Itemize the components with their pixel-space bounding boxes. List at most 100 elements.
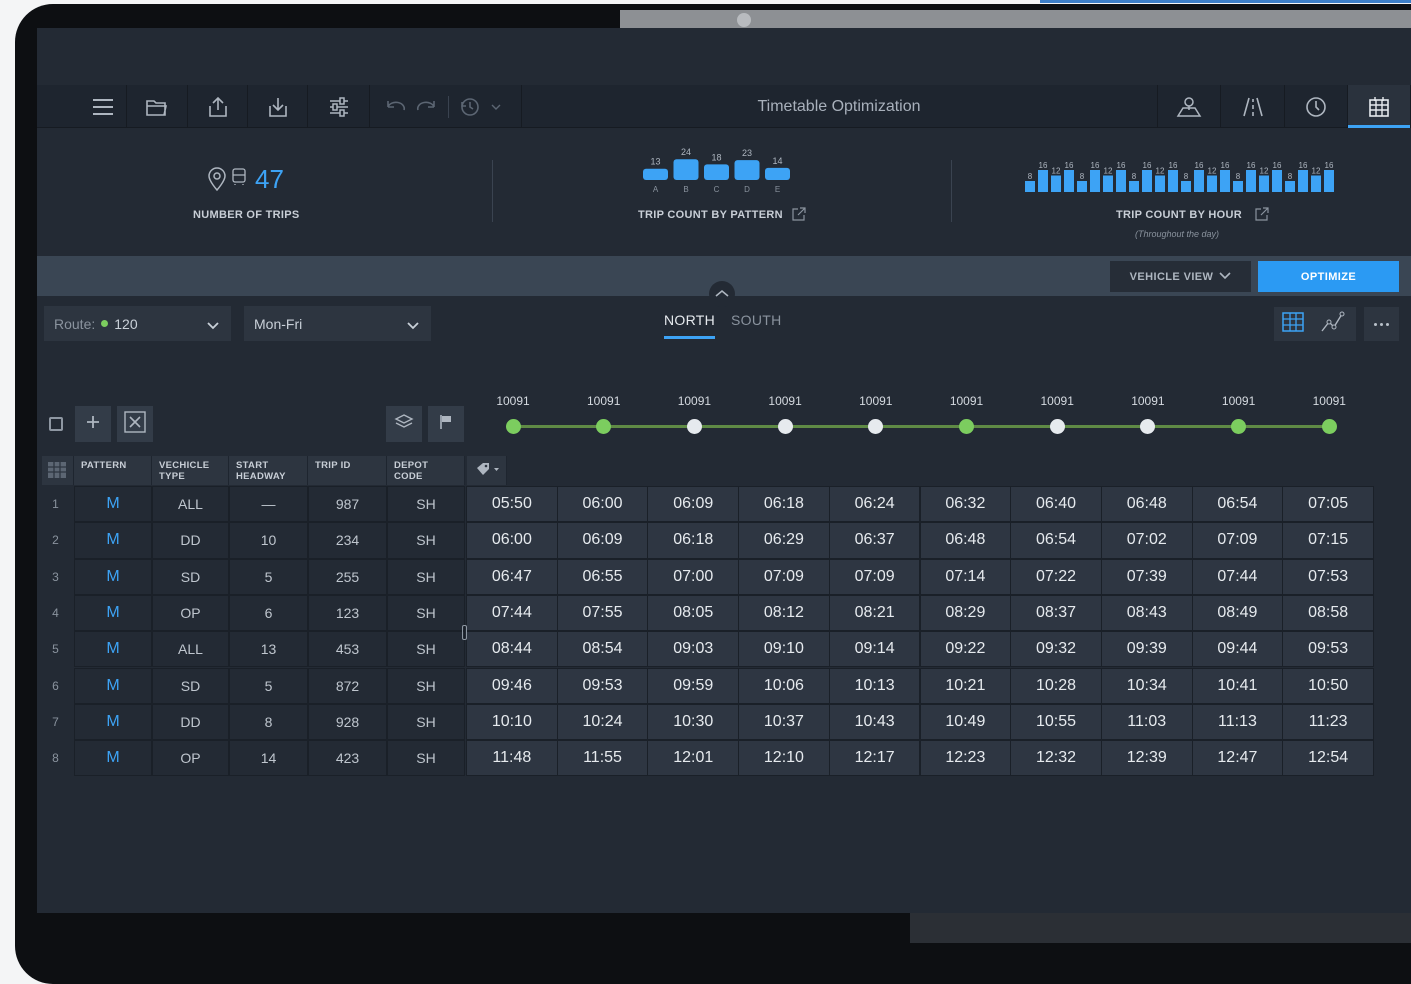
time-cell[interactable]: 06:54 — [1010, 522, 1102, 559]
stop-marker[interactable] — [868, 419, 884, 434]
time-cell[interactable]: 06:54 — [1191, 486, 1284, 523]
depot-cell[interactable]: SH — [387, 703, 465, 741]
time-cell[interactable]: 10:10 — [466, 703, 558, 741]
tag-filter-cell[interactable] — [467, 456, 507, 485]
time-cell[interactable]: 09:22 — [919, 631, 1012, 668]
time-cell[interactable]: 07:53 — [1282, 558, 1374, 595]
time-cell[interactable]: 10:06 — [738, 667, 830, 704]
vtype-cell[interactable]: OP — [152, 594, 229, 632]
export-button[interactable] — [188, 85, 248, 128]
flag-button[interactable] — [428, 406, 464, 442]
time-cell[interactable]: 11:55 — [556, 740, 649, 777]
time-cell[interactable]: 09:44 — [1191, 631, 1284, 668]
time-cell[interactable]: 07:39 — [1100, 558, 1193, 595]
time-cell[interactable]: 07:22 — [1010, 558, 1102, 595]
time-cell[interactable]: 09:46 — [466, 667, 558, 704]
export-excel-button[interactable] — [117, 406, 153, 442]
time-cell[interactable]: 06:40 — [1010, 486, 1102, 523]
open-button[interactable] — [127, 85, 188, 128]
external-link-icon[interactable] — [1255, 207, 1269, 226]
collapse-toggle[interactable] — [709, 281, 735, 307]
resize-handle[interactable] — [462, 625, 467, 640]
time-cell[interactable]: 10:43 — [828, 703, 921, 741]
stop-marker[interactable] — [959, 419, 974, 434]
headway-cell[interactable]: 5 — [229, 558, 308, 595]
time-cell[interactable]: 05:50 — [466, 486, 558, 523]
depot-cell[interactable]: SH — [387, 522, 465, 559]
time-cell[interactable]: 08:21 — [828, 594, 921, 632]
stop-marker[interactable] — [505, 419, 521, 434]
column-header[interactable]: TRIP ID — [308, 456, 387, 485]
time-cell[interactable]: 06:18 — [738, 486, 830, 523]
time-cell[interactable]: 09:32 — [1010, 631, 1102, 668]
depot-cell[interactable]: SH — [387, 486, 465, 523]
tab-north[interactable]: NORTH — [664, 312, 716, 339]
time-cell[interactable]: 10:13 — [828, 667, 921, 704]
headway-cell[interactable]: 10 — [229, 522, 308, 559]
time-cell[interactable]: 06:32 — [919, 486, 1012, 523]
pattern-cell[interactable]: M — [74, 486, 152, 523]
time-cell[interactable]: 11:23 — [1282, 703, 1374, 741]
time-cell[interactable]: 11:03 — [1100, 703, 1193, 741]
depot-cell[interactable]: SH — [387, 631, 465, 668]
time-cell[interactable]: 08:37 — [1010, 594, 1102, 632]
stop-marker[interactable] — [1231, 419, 1247, 434]
stop-marker[interactable] — [1049, 419, 1065, 434]
time-cell[interactable]: 06:09 — [647, 486, 740, 523]
headway-cell[interactable]: — — [229, 486, 308, 523]
pattern-cell[interactable]: M — [74, 667, 152, 704]
time-cell[interactable]: 06:55 — [556, 558, 649, 595]
headway-cell[interactable]: 14 — [229, 740, 308, 777]
time-cell[interactable]: 09:53 — [556, 667, 649, 704]
stop-marker[interactable] — [596, 419, 612, 434]
time-cell[interactable]: 09:14 — [828, 631, 921, 668]
time-cell[interactable]: 09:10 — [738, 631, 830, 668]
headway-cell[interactable]: 6 — [229, 594, 308, 632]
column-header[interactable]: START HEADWAY — [229, 456, 308, 485]
chevron-down-icon[interactable] — [491, 103, 501, 111]
time-cell[interactable]: 06:00 — [466, 522, 558, 559]
time-cell[interactable]: 06:00 — [556, 486, 649, 523]
time-cell[interactable]: 06:24 — [828, 486, 921, 523]
time-cell[interactable]: 09:03 — [647, 631, 740, 668]
grid-menu-cell[interactable] — [42, 456, 74, 485]
time-cell[interactable]: 07:05 — [1282, 486, 1374, 523]
layers-button[interactable] — [386, 406, 422, 442]
pattern-cell[interactable]: M — [74, 703, 152, 741]
time-cell[interactable]: 06:48 — [919, 522, 1012, 559]
pattern-cell[interactable]: M — [74, 522, 152, 559]
time-cell[interactable]: 12:32 — [1010, 740, 1102, 777]
trip-cell[interactable]: 423 — [308, 740, 387, 777]
time-cell[interactable]: 09:39 — [1100, 631, 1193, 668]
pattern-cell[interactable]: M — [74, 631, 152, 668]
time-cell[interactable]: 10:34 — [1100, 667, 1193, 704]
external-link-icon[interactable] — [792, 207, 806, 226]
select-all-checkbox[interactable] — [49, 417, 63, 431]
trip-cell[interactable]: 928 — [308, 703, 387, 741]
time-cell[interactable]: 11:48 — [466, 740, 558, 777]
trip-cell[interactable]: 987 — [308, 486, 387, 523]
time-cell[interactable]: 06:37 — [828, 522, 921, 559]
stop-marker[interactable] — [686, 419, 702, 434]
time-cell[interactable]: 07:09 — [738, 558, 830, 595]
vtype-cell[interactable]: OP — [152, 740, 229, 777]
history-icon[interactable] — [459, 96, 481, 118]
depot-cell[interactable]: SH — [387, 740, 465, 777]
pattern-cell[interactable]: M — [74, 740, 152, 777]
vtype-cell[interactable]: ALL — [152, 486, 229, 523]
time-cell[interactable]: 07:15 — [1282, 522, 1374, 559]
time-cell[interactable]: 10:55 — [1010, 703, 1102, 741]
depot-cell[interactable]: SH — [387, 667, 465, 704]
trip-cell[interactable]: 453 — [308, 631, 387, 668]
hour-mini-chart[interactable]: 8 16 12 16 8 16 12 16 8 16 12 16 8 16 12 16 8 16 12 16 8 16 12… — [1022, 150, 1342, 194]
time-cell[interactable]: 12:54 — [1282, 740, 1374, 777]
time-cell[interactable]: 12:01 — [647, 740, 740, 777]
time-cell[interactable]: 10:50 — [1282, 667, 1374, 704]
column-header[interactable]: VECHICLE TYPE — [152, 456, 229, 485]
column-header[interactable]: DEPOT CODE — [387, 456, 465, 485]
depot-cell[interactable]: SH — [387, 558, 465, 595]
more-options-button[interactable] — [1364, 307, 1399, 341]
time-cell[interactable]: 12:47 — [1191, 740, 1284, 777]
time-cell[interactable]: 07:55 — [556, 594, 649, 632]
pattern-mini-chart[interactable]: 13 A 24 B 18 C 23 D 14 E — [637, 144, 807, 202]
